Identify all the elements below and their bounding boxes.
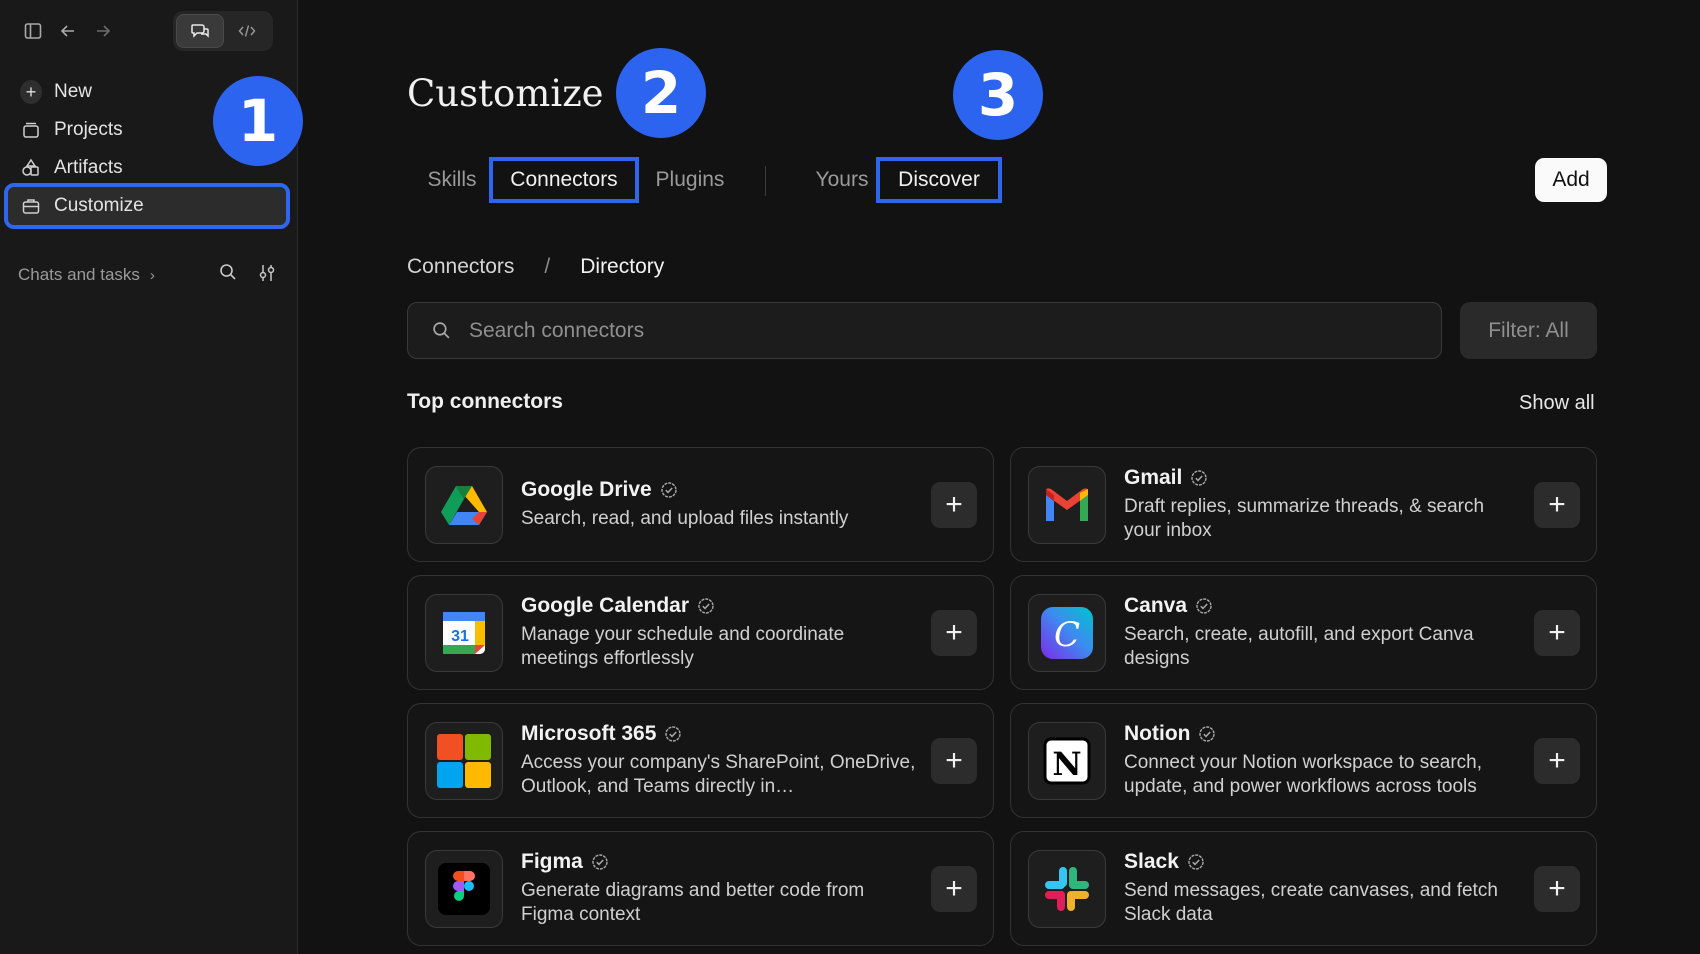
google-calendar-icon: 31: [425, 593, 503, 672]
connector-card-slack[interactable]: Slack Send messages, create canvases, an…: [1010, 831, 1597, 946]
search-connectors-box: [407, 302, 1442, 359]
page-title: Customize: [407, 72, 604, 115]
window-controls: [18, 11, 285, 51]
connector-description: Generate diagrams and better code from F…: [521, 880, 865, 925]
verified-badge-icon: [1198, 725, 1216, 743]
connector-description: Manage your schedule and coordinate meet…: [521, 624, 845, 669]
tab-divider: [765, 166, 766, 196]
add-connector-button[interactable]: +: [931, 738, 977, 784]
breadcrumb-connectors[interactable]: Connectors: [407, 255, 514, 279]
sidebar-item-label: Projects: [54, 119, 123, 140]
verified-badge-icon: [591, 853, 609, 871]
connector-card-google-calendar[interactable]: 31 Google Calendar Manage your schedule …: [407, 575, 994, 690]
briefcase-icon: [20, 195, 42, 217]
add-connector-button[interactable]: +: [1534, 482, 1580, 528]
sidebar-item-label: Customize: [54, 195, 144, 216]
mode-toggle: [173, 11, 273, 51]
chat-bubbles-icon: [191, 24, 209, 38]
verified-badge-icon: [697, 597, 715, 615]
chevron-right-icon: ›: [149, 266, 155, 284]
sidebar-toggle-icon[interactable]: [18, 16, 48, 46]
add-connector-button[interactable]: +: [931, 610, 977, 656]
artifacts-icon: [20, 157, 42, 179]
slack-icon: [1028, 849, 1106, 928]
verified-badge-icon: [1195, 597, 1213, 615]
canva-letter: C: [1054, 615, 1080, 655]
connector-description: Search, create, autofill, and export Can…: [1124, 624, 1474, 669]
show-all-link[interactable]: Show all: [1519, 392, 1595, 415]
search-icon: [432, 321, 451, 340]
plus-icon: +: [20, 80, 42, 104]
connector-description: Search, read, and upload files instantly: [521, 508, 849, 529]
add-button[interactable]: Add: [1535, 158, 1607, 202]
breadcrumb: Connectors / Directory: [407, 255, 664, 279]
breadcrumb-directory: Directory: [580, 255, 665, 278]
chats-and-tasks-header[interactable]: Chats and tasks ›: [18, 262, 277, 288]
forward-arrow-icon[interactable]: [88, 16, 118, 46]
add-connector-button[interactable]: +: [1534, 610, 1580, 656]
search-icon[interactable]: [219, 263, 237, 288]
connector-name: Notion: [1124, 722, 1191, 745]
microsoft-365-icon: [425, 721, 503, 800]
connector-card-notion[interactable]: N Notion Connect your Notion workspace t…: [1010, 703, 1597, 818]
add-connector-button[interactable]: +: [931, 866, 977, 912]
connector-card-microsoft-365[interactable]: Microsoft 365 Access your company's Shar…: [407, 703, 994, 818]
canva-icon: C: [1028, 593, 1106, 672]
connector-description: Draft replies, summarize threads, & sear…: [1124, 496, 1485, 541]
step-badge-2: 2: [616, 48, 706, 138]
connector-name: Figma: [521, 850, 583, 873]
tab-plugins[interactable]: Plugins: [650, 157, 730, 203]
chat-mode-button[interactable]: [176, 14, 224, 48]
connector-card-gmail[interactable]: Gmail Draft replies, summarize threads, …: [1010, 447, 1597, 562]
connector-description: Access your company's SharePoint, OneDri…: [521, 752, 916, 797]
connector-card-canva[interactable]: C Canva Search, create, autofill, and ex…: [1010, 575, 1597, 690]
add-connector-button[interactable]: +: [1534, 866, 1580, 912]
filter-button[interactable]: Filter: All: [1460, 302, 1597, 359]
connector-name: Google Drive: [521, 478, 652, 501]
connector-grid: Google Drive Search, read, and upload fi…: [407, 447, 1597, 946]
code-icon: [238, 25, 256, 37]
filter-sliders-icon[interactable]: [257, 263, 277, 288]
code-mode-button[interactable]: [224, 14, 270, 48]
connector-name: Gmail: [1124, 466, 1183, 489]
search-input[interactable]: [469, 318, 1369, 343]
tab-skills[interactable]: Skills: [417, 157, 487, 203]
sidebar-item-label: New: [54, 81, 93, 102]
connector-name: Microsoft 365: [521, 722, 657, 745]
connector-description: Connect your Notion workspace to search,…: [1124, 752, 1483, 797]
notion-icon: N: [1028, 721, 1106, 800]
verified-badge-icon: [1187, 853, 1205, 871]
notion-letter: N: [1052, 745, 1081, 783]
section-label: Chats and tasks: [18, 265, 140, 284]
connector-card-google-drive[interactable]: Google Drive Search, read, and upload fi…: [407, 447, 994, 562]
verified-badge-icon: [1190, 469, 1208, 487]
breadcrumb-separator: /: [544, 255, 551, 278]
google-drive-icon: [425, 465, 503, 544]
add-connector-button[interactable]: +: [1534, 738, 1580, 784]
verified-badge-icon: [664, 725, 682, 743]
add-connector-button[interactable]: +: [931, 482, 977, 528]
figma-icon: [425, 849, 503, 928]
step-badge-1: 1: [213, 76, 303, 166]
sidebar-item-label: Artifacts: [54, 157, 123, 178]
connector-name: Slack: [1124, 850, 1179, 873]
verified-badge-icon: [660, 481, 678, 499]
section-tools: [219, 263, 277, 288]
connector-name: Google Calendar: [521, 594, 690, 617]
connector-name: Canva: [1124, 594, 1188, 617]
section-title: Top connectors: [407, 390, 563, 413]
calendar-day: 31: [451, 628, 469, 645]
tab-connectors[interactable]: Connectors: [489, 157, 639, 203]
sidebar-item-customize[interactable]: Customize: [4, 183, 290, 229]
connector-description: Send messages, create canvases, and fetc…: [1124, 880, 1498, 925]
gmail-icon: [1028, 465, 1106, 544]
step-badge-3: 3: [953, 50, 1043, 140]
projects-icon: [20, 119, 42, 141]
tab-yours[interactable]: Yours: [802, 157, 882, 203]
back-arrow-icon[interactable]: [53, 16, 83, 46]
tab-discover[interactable]: Discover: [876, 157, 1002, 203]
connector-card-figma[interactable]: Figma Generate diagrams and better code …: [407, 831, 994, 946]
